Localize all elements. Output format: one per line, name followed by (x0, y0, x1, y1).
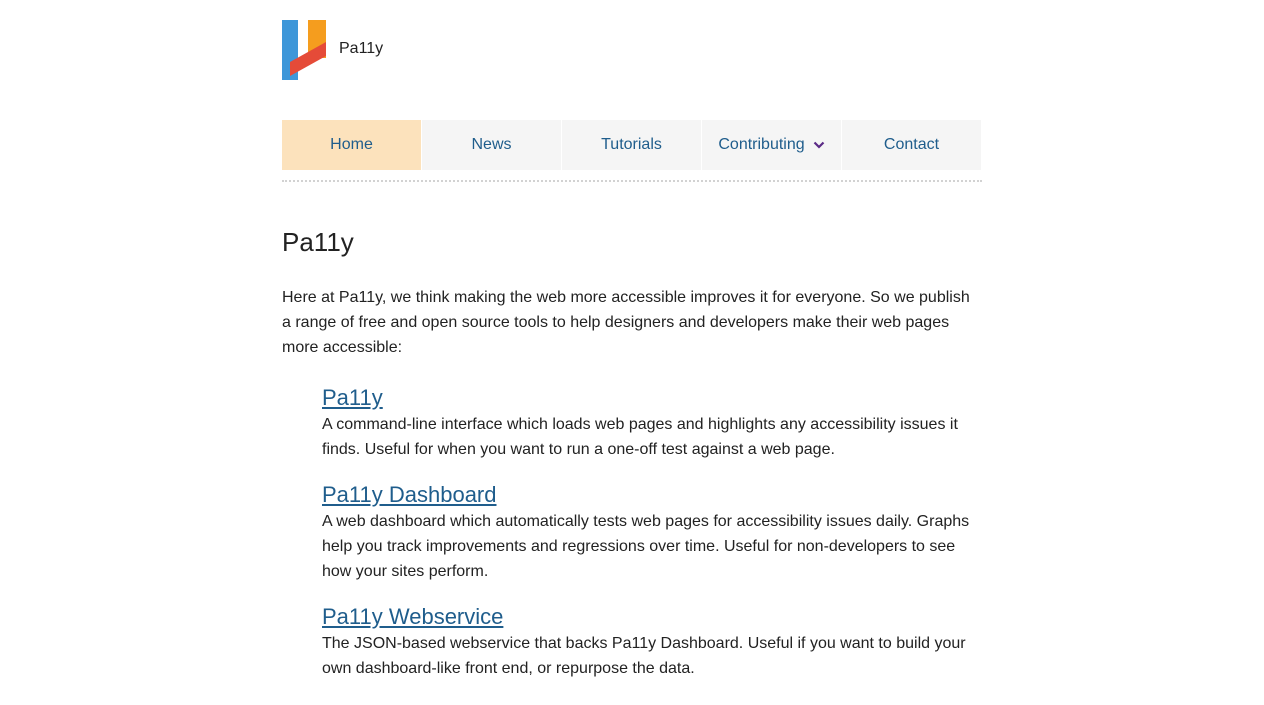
intro-text: Here at Pa11y, we think making the web m… (282, 289, 970, 356)
nav-item-label: Tutorials (601, 136, 662, 153)
nav-item-tutorials[interactable]: Tutorials (562, 120, 701, 170)
nav-item-home[interactable]: Home (282, 120, 421, 170)
nav-item-label: Contributing (718, 136, 805, 153)
site-name[interactable]: Pa11y (339, 40, 383, 58)
list-item: Pa11y Dashboard A web dashboard which au… (322, 481, 982, 584)
list-item: Pa11y Webservice The JSON-based webservi… (322, 603, 982, 681)
nav-divider (282, 180, 982, 182)
project-description: A command-line interface which loads web… (322, 416, 958, 458)
main-content: Pa11y Here at Pa11y, we think making the… (282, 226, 982, 700)
project-link-pa11y-webservice[interactable]: Pa11y Webservice (322, 603, 503, 631)
project-link-pa11y-dashboard[interactable]: Pa11y Dashboard (322, 481, 497, 509)
page-title: Pa11y (282, 227, 354, 257)
list-item: Pa11y A command-line interface which loa… (322, 384, 982, 462)
project-list: Pa11y A command-line interface which loa… (322, 384, 982, 681)
nav-item-label: News (471, 136, 512, 153)
main-nav: Home News Tutorials Contributing Contact (282, 120, 982, 170)
nav-item-label: Home (330, 136, 373, 153)
project-description: A web dashboard which automatically test… (322, 513, 970, 580)
nav-item-news[interactable]: News (422, 120, 561, 170)
pa11y-logo-icon[interactable] (282, 20, 326, 80)
site-header: Pa11y (282, 20, 383, 80)
chevron-down-icon (813, 141, 824, 149)
nav-item-contact[interactable]: Contact (842, 120, 981, 170)
project-link-pa11y[interactable]: Pa11y (322, 384, 383, 412)
nav-item-contributing[interactable]: Contributing (702, 120, 841, 170)
page: Pa11y Home News Tutorials Contributing C… (0, 0, 1264, 705)
nav-item-label: Contact (883, 136, 940, 153)
project-description: The JSON-based webservice that backs Pa1… (322, 635, 966, 677)
